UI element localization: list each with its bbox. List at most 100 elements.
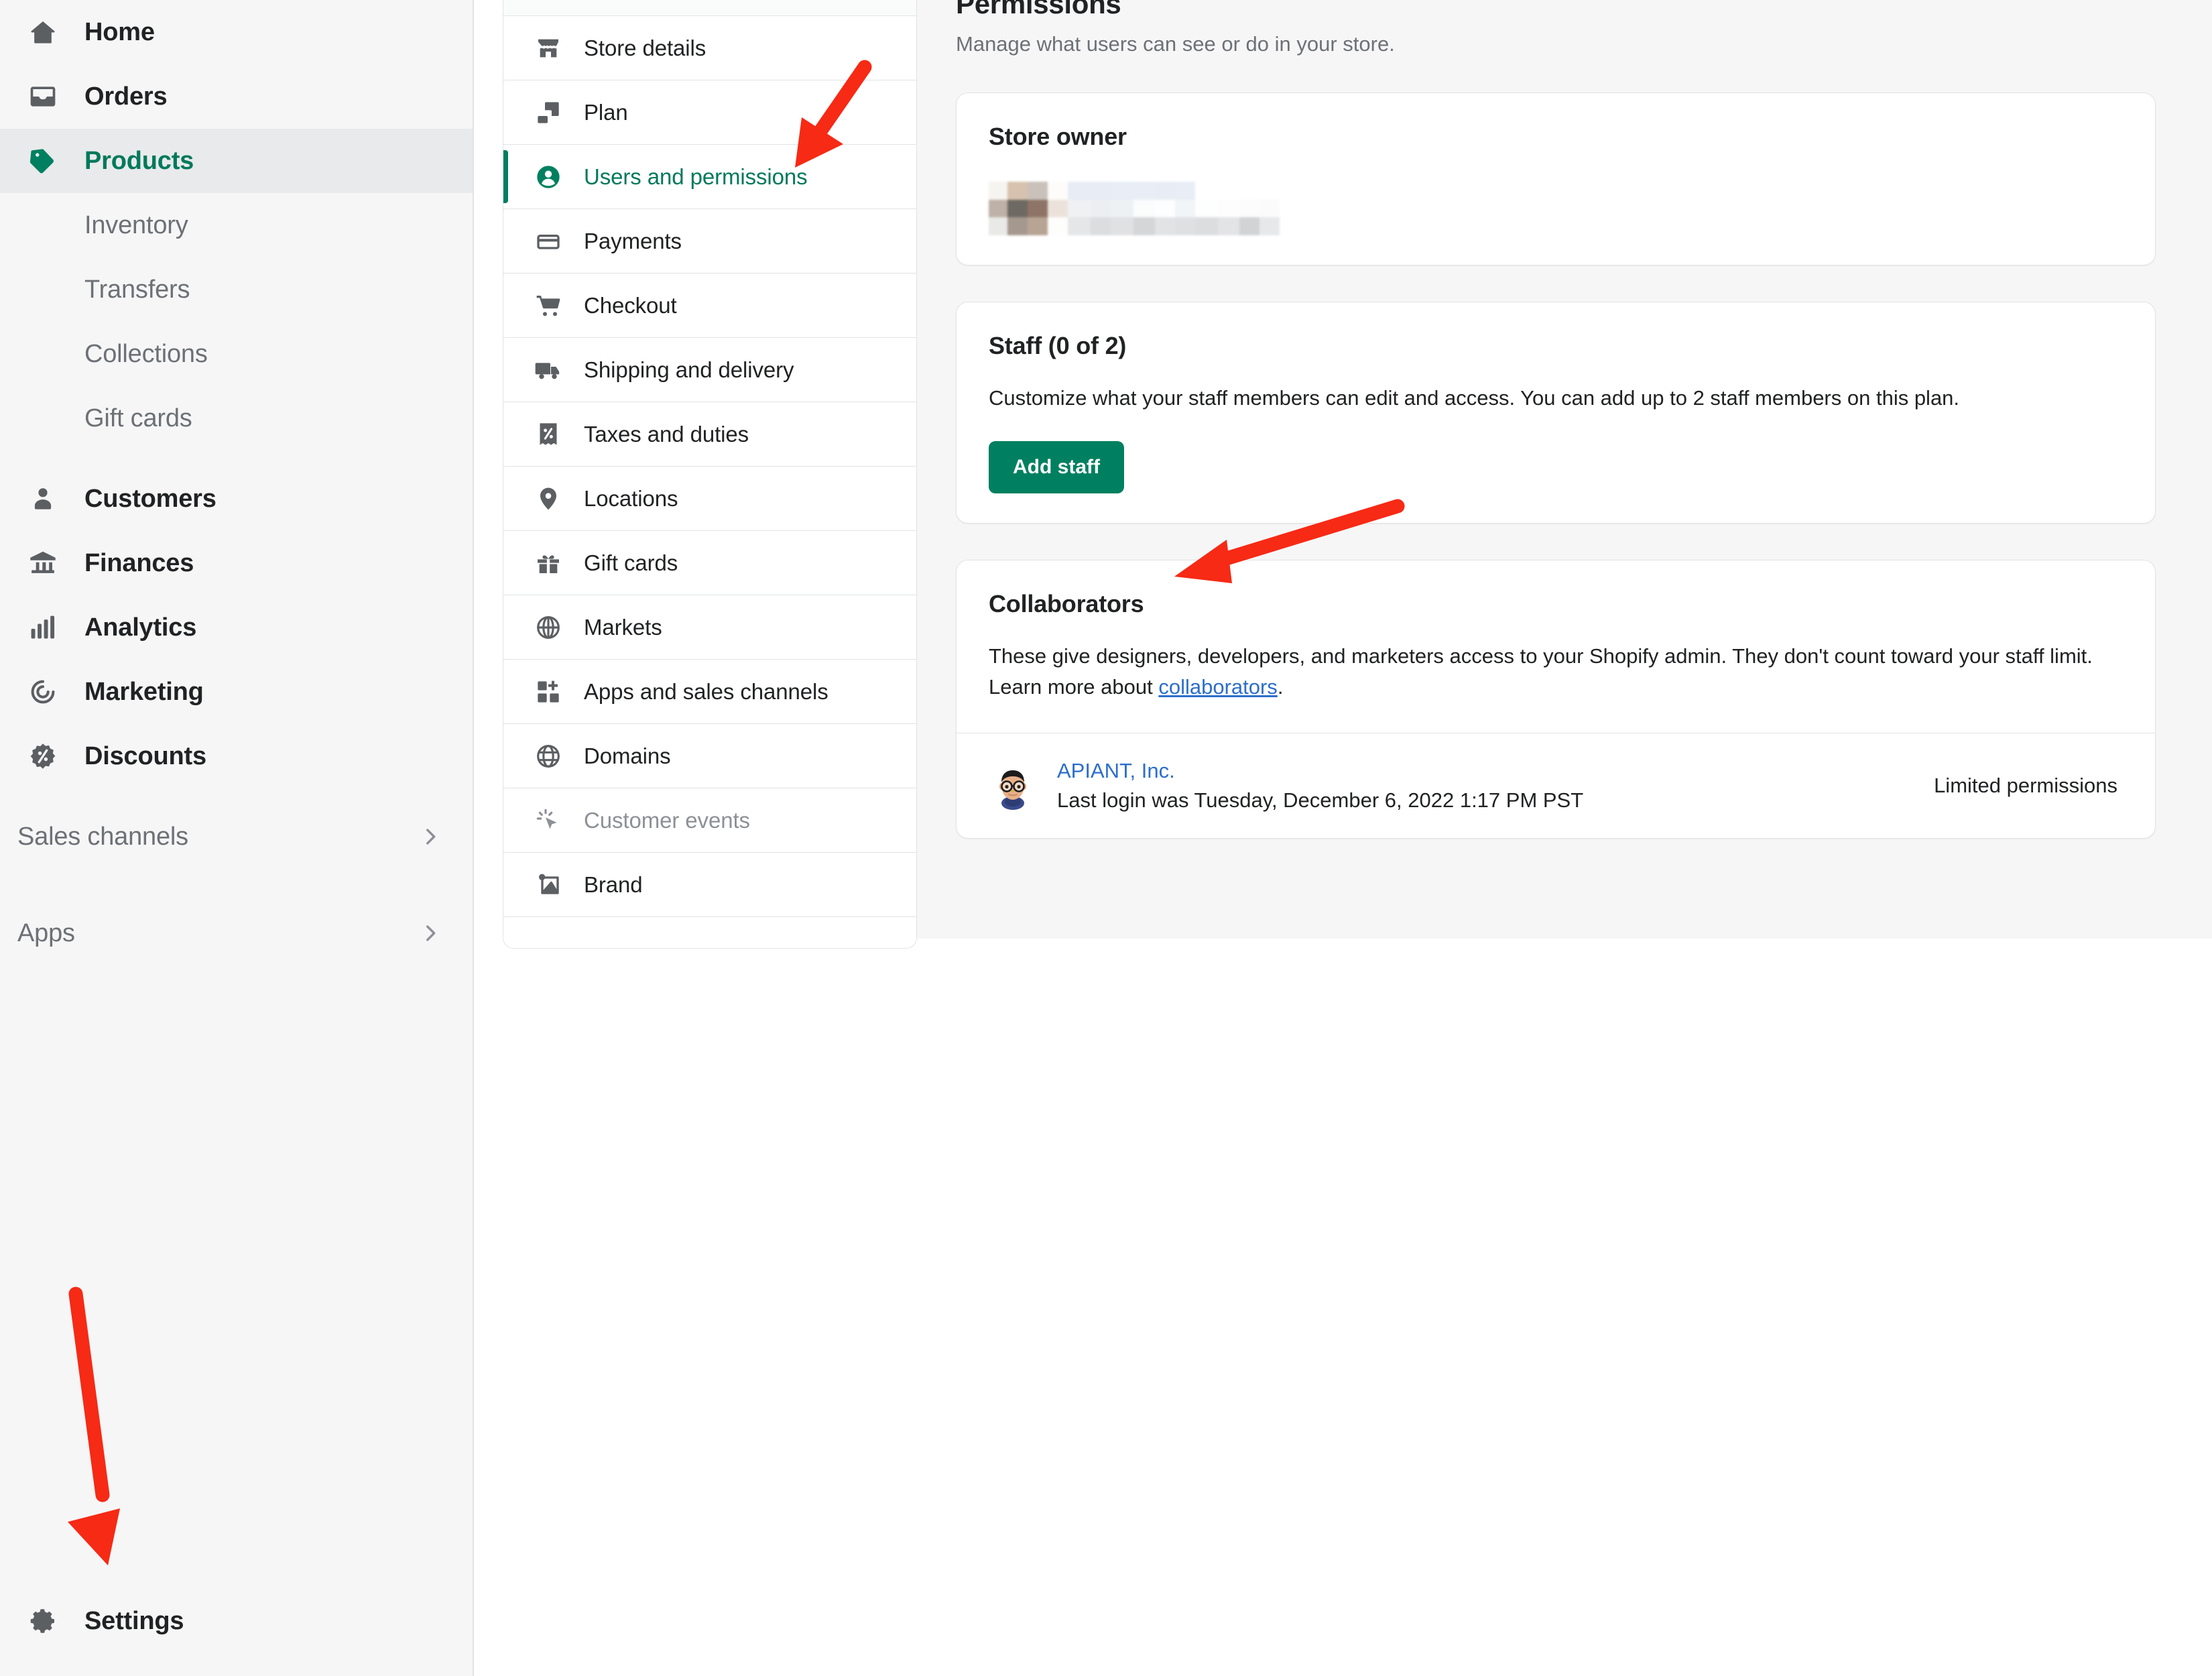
location-pin-icon — [534, 485, 562, 513]
staff-card: Staff (0 of 2) Customize what your staff… — [956, 302, 2156, 524]
settings-item-taxes-and-duties[interactable]: Taxes and duties — [503, 402, 916, 467]
collaborator-permissions-label: Limited permissions — [1934, 774, 2117, 798]
sidebar-group-sales-channels[interactable]: Sales channels — [0, 804, 473, 869]
sidebar-item-label: Marketing — [84, 678, 204, 707]
sidebar-item-inventory[interactable]: Inventory — [0, 193, 473, 257]
customer-events-cursor-icon — [534, 806, 562, 835]
settings-item-customer-events[interactable]: Customer events — [503, 788, 916, 853]
store-icon — [534, 34, 562, 62]
plan-icon — [534, 99, 562, 127]
sidebar-item-analytics[interactable]: Analytics — [0, 595, 473, 660]
sidebar-subitem-label: Collections — [84, 340, 208, 369]
collaborators-card: Collaborators These give designers, deve… — [956, 560, 2156, 839]
settings-item-label: Users and permissions — [584, 164, 808, 190]
settings-item-label: Plan — [584, 100, 628, 125]
sidebar-item-home[interactable]: Home — [0, 0, 473, 64]
store-owner-card: Store owner — [956, 93, 2156, 265]
settings-item-label: Brand — [584, 872, 643, 898]
gift-card-icon — [534, 549, 562, 577]
settings-item-label: Shipping and delivery — [584, 357, 794, 383]
settings-item-label: Taxes and duties — [584, 422, 749, 447]
chevron-right-icon — [419, 825, 442, 848]
settings-item-domains[interactable]: Domains — [503, 724, 916, 788]
finances-bank-icon — [25, 546, 60, 581]
staff-description: Customize what your staff members can ed… — [989, 383, 2123, 414]
orders-icon — [25, 79, 60, 114]
settings-item-label: Gift cards — [584, 550, 678, 576]
add-staff-button[interactable]: Add staff — [989, 441, 1124, 493]
settings-item-payments[interactable]: Payments — [503, 209, 916, 274]
settings-item-label: Payments — [584, 229, 682, 254]
sidebar-item-collections[interactable]: Collections — [0, 322, 473, 386]
settings-item-gift-cards[interactable]: Gift cards — [503, 531, 916, 595]
settings-item-label: Store details — [584, 36, 706, 61]
customers-icon — [25, 481, 60, 516]
sidebar-item-label: Analytics — [84, 613, 196, 642]
taxes-receipt-icon — [534, 420, 562, 448]
settings-item-label: Apps and sales channels — [584, 679, 828, 705]
sidebar-item-label: Finances — [84, 549, 194, 578]
sidebar-item-settings[interactable]: Settings — [0, 1589, 474, 1653]
collaborators-description-period: . — [1278, 675, 1284, 699]
sidebar-item-gift-cards[interactable]: Gift cards — [0, 386, 473, 451]
settings-panel-bottom-padding — [503, 917, 916, 948]
settings-item-plan[interactable]: Plan — [503, 80, 916, 145]
sidebar-spacer — [0, 869, 473, 885]
chevron-right-icon — [419, 922, 442, 945]
sidebar-item-transfers[interactable]: Transfers — [0, 257, 473, 322]
sidebar-item-finances[interactable]: Finances — [0, 531, 473, 595]
domains-globe-icon — [534, 742, 562, 770]
collaborator-row: APIANT, Inc. Last login was Tuesday, Dec… — [957, 733, 2155, 838]
marketing-target-icon — [25, 674, 60, 709]
analytics-bars-icon — [25, 610, 60, 645]
sidebar-group-label: Sales channels — [17, 823, 188, 851]
sidebar-item-discounts[interactable]: Discounts — [0, 724, 473, 788]
user-circle-icon — [534, 163, 562, 191]
settings-item-label: Markets — [584, 615, 662, 640]
staff-title: Staff (0 of 2) — [989, 332, 2123, 360]
redacted-store-owner-info — [989, 182, 2123, 235]
sidebar-item-label: Discounts — [84, 742, 206, 771]
sidebar-spacer — [0, 788, 473, 804]
sidebar-item-label: Orders — [84, 82, 167, 111]
settings-item-label: Domains — [584, 743, 671, 769]
settings-item-label: Customer events — [584, 808, 750, 833]
sidebar-spacer — [0, 451, 473, 467]
sidebar-group-apps[interactable]: Apps — [0, 901, 473, 965]
markets-globe-icon — [534, 613, 562, 642]
settings-item-shipping-and-delivery[interactable]: Shipping and delivery — [503, 338, 916, 402]
collaborator-name-link[interactable]: APIANT, Inc. — [1057, 759, 1934, 783]
sidebar-item-products[interactable]: Products — [0, 129, 473, 193]
page-subtitle: Manage what users can see or do in your … — [956, 32, 2156, 56]
settings-item-locations[interactable]: Locations — [503, 467, 916, 531]
sidebar-item-label: Products — [84, 147, 194, 176]
sidebar-item-orders[interactable]: Orders — [0, 64, 473, 129]
sidebar-item-customers[interactable]: Customers — [0, 467, 473, 531]
settings-item-checkout[interactable]: Checkout — [503, 274, 916, 338]
store-owner-title: Store owner — [989, 123, 2123, 151]
settings-item-label: Checkout — [584, 293, 677, 318]
settings-item-apps-and-sales-channels[interactable]: Apps and sales channels — [503, 660, 916, 724]
sidebar-item-marketing[interactable]: Marketing — [0, 660, 473, 724]
brand-image-icon — [534, 871, 562, 899]
collaborators-description: These give designers, developers, and ma… — [989, 641, 2123, 703]
collaborators-description-text: These give designers, developers, and ma… — [989, 644, 2093, 699]
settings-item-users-and-permissions[interactable]: Users and permissions — [503, 145, 916, 209]
sidebar-subitem-label: Gift cards — [84, 404, 192, 433]
checkout-cart-icon — [534, 292, 562, 320]
sidebar-item-label: Customers — [84, 485, 217, 514]
shipping-truck-icon — [534, 356, 562, 384]
page-title: Permissions — [956, 0, 2156, 20]
settings-submenu-panel: Store details Plan Users and permissions… — [503, 0, 917, 949]
products-tag-icon — [25, 143, 60, 178]
primary-sidebar: Home Orders Products Inventory Transfers… — [0, 0, 474, 1676]
settings-item-label: Locations — [584, 486, 678, 512]
settings-item-brand[interactable]: Brand — [503, 853, 916, 917]
home-icon — [25, 15, 60, 50]
sidebar-spacer — [0, 885, 473, 901]
collaborators-learn-more-link[interactable]: collaborators — [1158, 675, 1277, 699]
collaborator-last-login: Last login was Tuesday, December 6, 2022… — [1057, 788, 1934, 813]
settings-item-store-details[interactable]: Store details — [503, 16, 916, 80]
settings-item-markets[interactable]: Markets — [503, 595, 916, 660]
collaborators-title: Collaborators — [989, 590, 2123, 618]
